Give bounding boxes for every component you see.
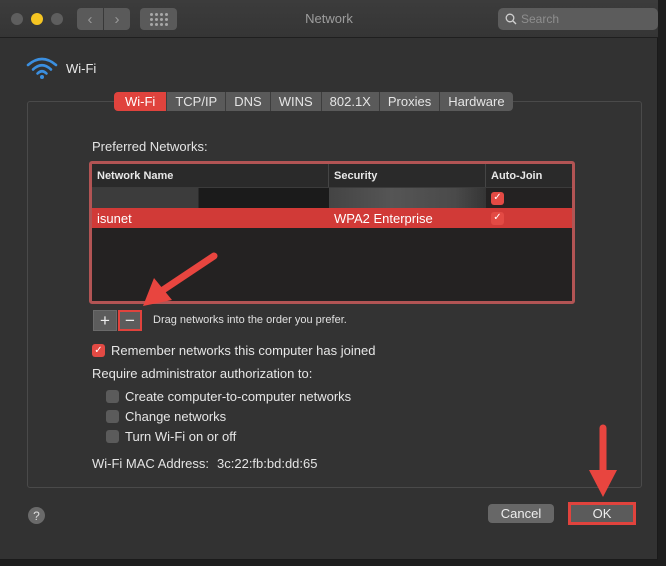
create-networks-checkbox[interactable] — [106, 390, 119, 403]
create-networks-label: Create computer-to-computer networks — [125, 389, 352, 404]
preferred-networks-table[interactable]: Network Name Security Auto-Join ✓ isunet… — [89, 161, 575, 304]
preferred-networks-label: Preferred Networks: — [92, 139, 208, 154]
column-header-auto-join[interactable]: Auto-Join — [486, 164, 572, 187]
tab-wins[interactable]: WINS — [270, 92, 322, 111]
mac-address-row: Wi-Fi MAC Address: 3c:22:fb:bd:dd:65 — [92, 456, 318, 471]
auto-join-checkbox[interactable]: ✓ — [491, 211, 504, 225]
question-icon: ? — [33, 508, 40, 523]
interface-header: Wi-Fi — [26, 56, 96, 80]
add-remove-buttons: + − — [93, 310, 142, 331]
tab-tcpip[interactable]: TCP/IP — [167, 92, 227, 111]
remember-networks-option[interactable]: ✓ Remember networks this computer has jo… — [92, 343, 375, 358]
remove-network-button[interactable]: − — [118, 310, 142, 331]
interface-name: Wi-Fi — [66, 60, 97, 76]
toggle-wifi-label: Turn Wi-Fi on or off — [125, 429, 237, 444]
cancel-button[interactable]: Cancel — [488, 504, 554, 523]
remember-networks-checkbox[interactable]: ✓ — [92, 344, 105, 357]
add-network-button[interactable]: + — [93, 310, 117, 331]
plus-icon: + — [100, 310, 110, 330]
network-name-cell — [92, 188, 329, 208]
toggle-wifi-checkbox[interactable] — [106, 430, 119, 443]
table-header: Network Name Security Auto-Join — [92, 164, 572, 188]
auto-join-cell: ✓ — [486, 188, 572, 208]
network-name-cell: isunet — [97, 210, 132, 226]
security-cell: WPA2 Enterprise — [334, 210, 433, 226]
mac-address-value: 3c:22:fb:bd:dd:65 — [217, 456, 318, 471]
column-header-network-name[interactable]: Network Name — [92, 164, 329, 187]
mac-address-label: Wi-Fi MAC Address: — [92, 456, 210, 471]
auto-join-cell: ✓ — [486, 208, 572, 228]
table-row[interactable]: ✓ — [92, 188, 572, 208]
drag-hint-text: Drag networks into the order you prefer. — [153, 314, 347, 326]
search-field[interactable] — [498, 8, 658, 30]
change-networks-label: Change networks — [125, 409, 227, 424]
tab-wifi[interactable]: Wi-Fi — [114, 92, 168, 111]
tab-bar: Wi-Fi TCP/IP DNS WINS 802.1X Proxies Har… — [114, 92, 513, 111]
tab-8021x[interactable]: 802.1X — [321, 92, 380, 111]
ok-button[interactable]: OK — [568, 502, 636, 525]
title-bar: ‹ › Network — [0, 0, 658, 38]
remember-networks-label: Remember networks this computer has join… — [111, 343, 376, 358]
search-input[interactable] — [521, 12, 641, 26]
minus-icon: − — [125, 310, 135, 330]
security-cell — [329, 188, 486, 208]
admin-create-networks-option[interactable]: Create computer-to-computer networks — [106, 389, 351, 404]
checkmark-icon: ✓ — [493, 212, 502, 223]
tab-dns[interactable]: DNS — [226, 92, 271, 111]
table-row-selected[interactable]: isunet WPA2 Enterprise ✓ — [92, 208, 572, 228]
checkmark-icon: ✓ — [493, 192, 502, 203]
search-icon — [505, 13, 517, 25]
tab-proxies[interactable]: Proxies — [379, 92, 441, 111]
change-networks-checkbox[interactable] — [106, 410, 119, 423]
admin-change-networks-option[interactable]: Change networks — [106, 409, 226, 424]
column-header-security[interactable]: Security — [329, 164, 486, 187]
admin-toggle-wifi-option[interactable]: Turn Wi-Fi on or off — [106, 429, 236, 444]
network-preferences-window: ‹ › Network Wi-Fi Wi-Fi TCP/IP DNS WINS — [0, 0, 658, 560]
auto-join-checkbox[interactable]: ✓ — [491, 191, 504, 205]
require-admin-label: Require administrator authorization to: — [92, 366, 313, 381]
checkmark-icon: ✓ — [94, 345, 103, 356]
help-button[interactable]: ? — [28, 507, 45, 524]
wifi-icon — [26, 57, 58, 79]
tab-hardware[interactable]: Hardware — [440, 92, 513, 111]
